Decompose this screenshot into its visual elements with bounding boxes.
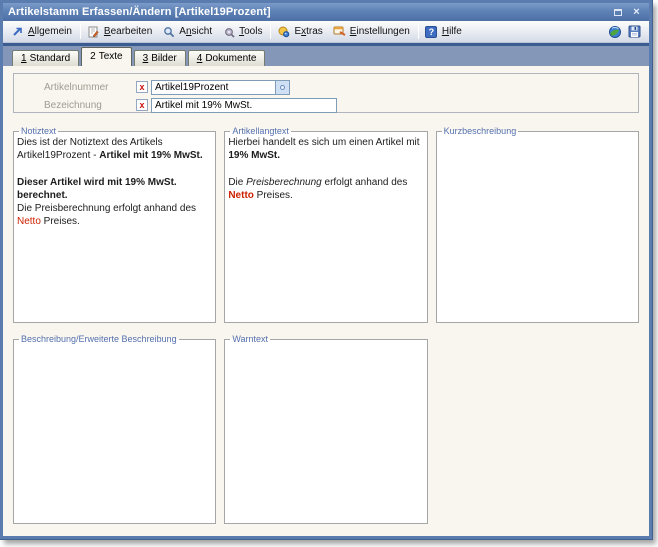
magnifier-icon	[162, 25, 175, 38]
save-icon	[628, 25, 641, 38]
menu-item-tools[interactable]: Tools	[218, 23, 268, 40]
settings-icon	[333, 25, 346, 38]
wrench-icon	[222, 25, 235, 38]
bezeichnung-input[interactable]	[151, 98, 337, 113]
bezeichnung-row: Bezeichnung x	[44, 97, 638, 113]
beschreibung-label: Beschreibung/Erweiterte Beschreibung	[19, 334, 179, 344]
arrow-up-right-icon	[11, 25, 24, 38]
clear-field-icon[interactable]: x	[136, 99, 148, 111]
menu-item-einstellungen[interactable]: Einstellungen	[329, 23, 416, 40]
kurzbeschreibung-editor[interactable]	[440, 136, 635, 320]
artikelnummer-input[interactable]	[151, 80, 275, 95]
clear-field-icon[interactable]: x	[136, 81, 148, 93]
titlebar: Artikelstamm Erfassen/Ändern [Artikel19P…	[3, 3, 649, 21]
notiztext-editor[interactable]: Dies ist der Notiztext des Artikels Arti…	[17, 136, 212, 320]
window-close-icon: ×	[633, 7, 639, 18]
kurzbeschreibung-label: Kurzbeschreibung	[442, 126, 519, 136]
artikellangtext-label: Artikellangtext	[230, 126, 291, 136]
kurzbeschreibung-groupbox: Kurzbeschreibung	[436, 126, 639, 323]
app-window: Artikelstamm Erfassen/Ändern [Artikel19P…	[0, 0, 652, 539]
artikellangtext-groupbox: Artikellangtext Hierbei handelt es sich …	[224, 126, 427, 323]
menu-separator	[418, 24, 419, 39]
tab-dokumente[interactable]: 4Dokumente	[188, 50, 266, 66]
bezeichnung-label: Bezeichnung	[44, 100, 136, 111]
edit-page-icon	[87, 25, 100, 38]
save-button[interactable]	[628, 25, 641, 38]
empty-cell	[436, 334, 639, 524]
window-title: Artikelstamm Erfassen/Ändern [Artikel19P…	[8, 6, 271, 18]
notiztext-groupbox: Notiztext Dies ist der Notiztext des Art…	[13, 126, 216, 323]
restore-button[interactable]	[610, 6, 625, 19]
beschreibung-groupbox: Beschreibung/Erweiterte Beschreibung	[13, 334, 216, 524]
combobox-dropdown-button[interactable]	[275, 80, 290, 95]
extras-gear-icon	[277, 25, 290, 38]
tab-content-texte: Artikelnummer x Bezeichnung x Notiztext …	[3, 66, 649, 536]
warntext-editor[interactable]	[228, 344, 423, 521]
tab-bilder[interactable]: 3Bilder	[134, 50, 186, 66]
menu-separator	[80, 24, 81, 39]
tabstrip: 1Standard 2Texte 3Bilder 4Dokumente	[3, 46, 649, 66]
menu-separator	[270, 24, 271, 39]
tab-texte[interactable]: 2Texte	[81, 47, 131, 66]
warntext-groupbox: Warntext	[224, 334, 427, 524]
help-icon: ?	[425, 25, 438, 38]
menu-item-extras[interactable]: Extras	[273, 23, 328, 40]
menubar: Allgemein Bearbeiten Ansicht Tools	[3, 21, 649, 43]
tab-standard[interactable]: 1Standard	[12, 50, 79, 66]
menu-item-hilfe[interactable]: ? Hilfe	[421, 23, 468, 40]
artikelnummer-label: Artikelnummer	[44, 82, 136, 93]
combobox-dropdown-icon	[280, 85, 285, 90]
globe-button[interactable]	[608, 25, 622, 39]
window-restore-icon	[614, 9, 622, 16]
artikellangtext-editor[interactable]: Hierbei handelt es sich um einen Artikel…	[228, 136, 423, 320]
beschreibung-editor[interactable]	[17, 344, 212, 521]
close-button[interactable]: ×	[629, 6, 644, 19]
menu-item-ansicht[interactable]: Ansicht	[158, 23, 218, 40]
globe-icon	[608, 25, 622, 39]
menu-item-allgemein[interactable]: Allgemein	[7, 23, 78, 40]
warntext-label: Warntext	[230, 334, 270, 344]
notiztext-label: Notiztext	[19, 126, 58, 136]
menu-item-bearbeiten[interactable]: Bearbeiten	[83, 23, 158, 40]
artikelnummer-row: Artikelnummer x	[44, 79, 638, 95]
article-header-fieldbox: Artikelnummer x Bezeichnung x	[13, 73, 639, 113]
artikelnummer-combobox	[151, 80, 290, 95]
